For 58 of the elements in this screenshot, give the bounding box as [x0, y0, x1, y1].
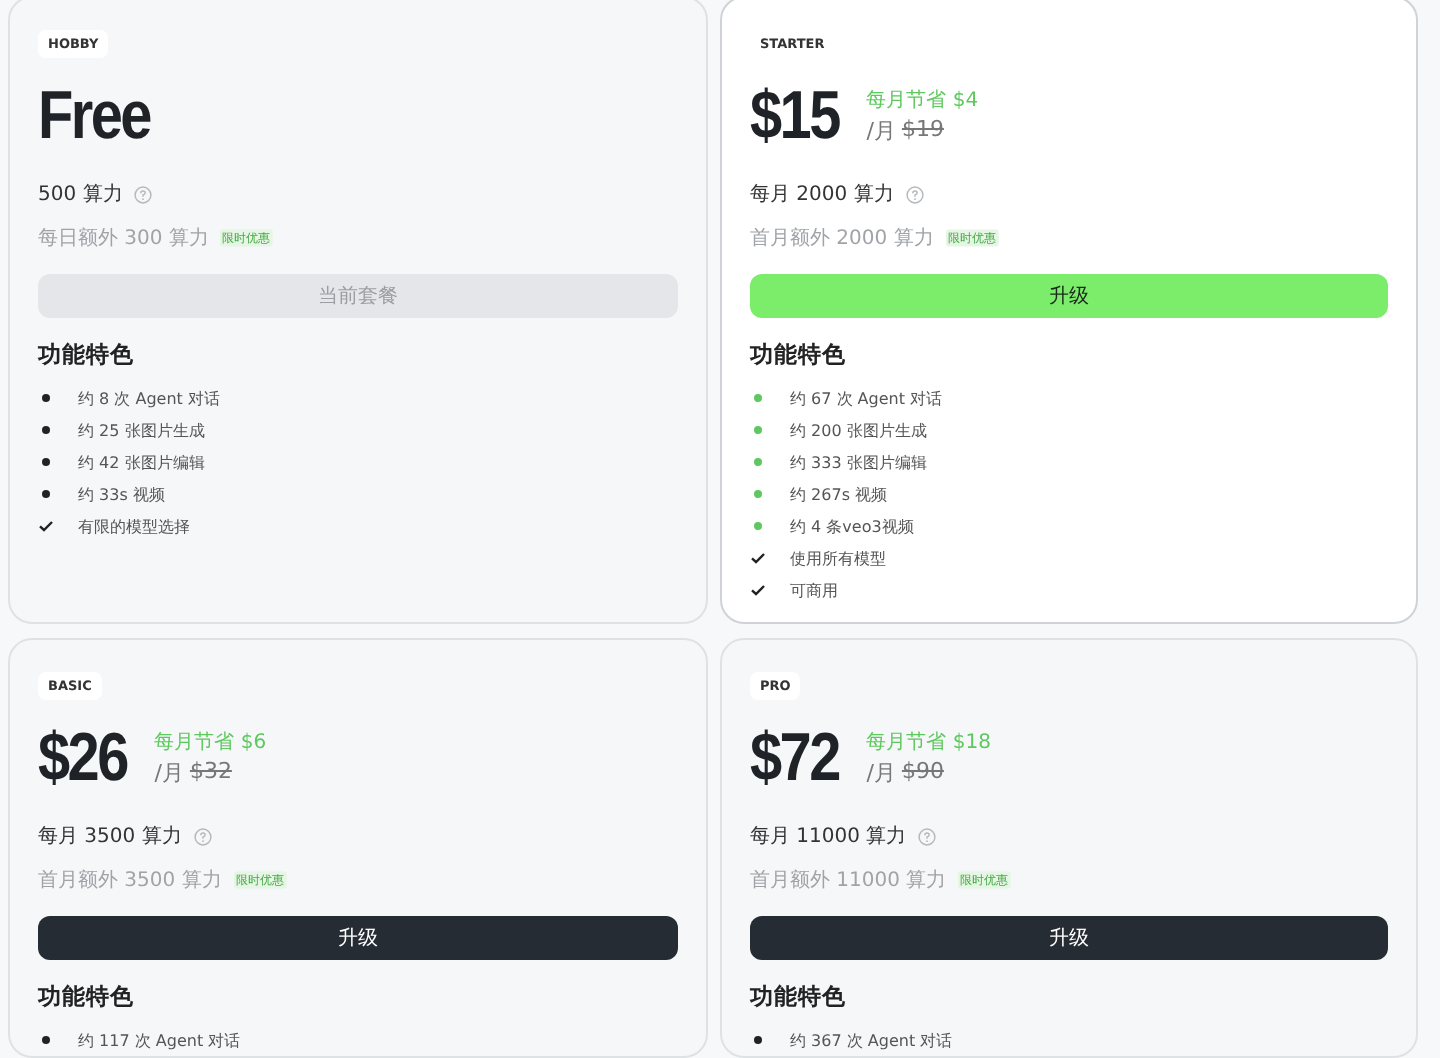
feature-text: 约 8 次 Agent 对话: [78, 387, 220, 409]
bonus-text: 首月额外 11000 算力: [750, 867, 947, 894]
upgrade-button[interactable]: 升级: [750, 916, 1388, 960]
help-icon[interactable]: [193, 827, 212, 845]
bullet-icon: [754, 394, 762, 402]
feature-text: 约 4 条veo3视频: [790, 515, 914, 537]
bonus-text: 首月额外 3500 算力: [38, 867, 222, 894]
bullet-icon: [754, 490, 762, 498]
bullet-icon: [42, 1036, 50, 1044]
features-heading: 功能特色: [38, 340, 136, 370]
plan-price: $26: [38, 719, 127, 797]
feature-text: 约 267s 视频: [790, 483, 888, 505]
feature-text: 约 33s 视频: [78, 483, 165, 505]
feature-text: 可商用: [790, 579, 838, 601]
credits-text: 每月 11000 算力: [750, 823, 907, 850]
feature-text: 约 25 张图片生成: [78, 419, 205, 441]
upgrade-button[interactable]: 升级: [38, 916, 678, 960]
bullet-icon: [754, 426, 762, 434]
old-price: $19: [901, 116, 944, 146]
bullet-icon: [42, 458, 50, 466]
plan-price: Free: [38, 77, 150, 155]
feature-text: 约 333 张图片编辑: [790, 451, 927, 473]
feature-text: 约 42 张图片编辑: [78, 451, 205, 473]
old-price: $90: [901, 758, 944, 788]
credits-text: 500 算力: [38, 181, 123, 208]
saving-text: 每月节省 $18: [866, 729, 991, 756]
feature-text: 约 200 张图片生成: [790, 419, 927, 441]
bonus-text: 每日额外 300 算力: [38, 225, 209, 252]
feature-text: 有限的模型选择: [78, 515, 190, 537]
plan-price: $72: [750, 719, 839, 797]
per-month-text: /月: [866, 758, 896, 788]
help-icon[interactable]: [905, 185, 924, 203]
features-heading: 功能特色: [38, 982, 136, 1012]
features-heading: 功能特色: [750, 340, 848, 370]
upgrade-button[interactable]: 升级: [750, 274, 1388, 318]
bullet-icon: [754, 458, 762, 466]
bullet-icon: [42, 426, 50, 434]
credits-text: 每月 3500 算力: [38, 823, 182, 850]
credits-text: 每月 2000 算力: [750, 181, 894, 208]
plan-price: $15: [750, 77, 839, 155]
bullet-icon: [42, 394, 50, 402]
help-icon[interactable]: [918, 827, 937, 845]
features-heading: 功能特色: [750, 982, 848, 1012]
old-price: $32: [189, 758, 232, 788]
saving-text: 每月节省 $6: [154, 729, 267, 756]
help-icon[interactable]: [134, 185, 153, 203]
feature-text: 使用所有模型: [790, 547, 886, 569]
bonus-text: 首月额外 2000 算力: [750, 225, 934, 252]
per-month-text: /月: [866, 116, 896, 146]
saving-text: 每月节省 $4: [866, 87, 979, 114]
check-icon: [38, 518, 54, 534]
feature-text: 约 117 次 Agent 对话: [78, 1029, 241, 1051]
feature-text: 约 67 次 Agent 对话: [790, 387, 943, 409]
per-month-text: /月: [154, 758, 184, 788]
bullet-icon: [754, 1036, 762, 1044]
bullet-icon: [42, 490, 50, 498]
bullet-icon: [754, 522, 762, 530]
feature-text: 约 367 次 Agent 对话: [790, 1029, 953, 1051]
